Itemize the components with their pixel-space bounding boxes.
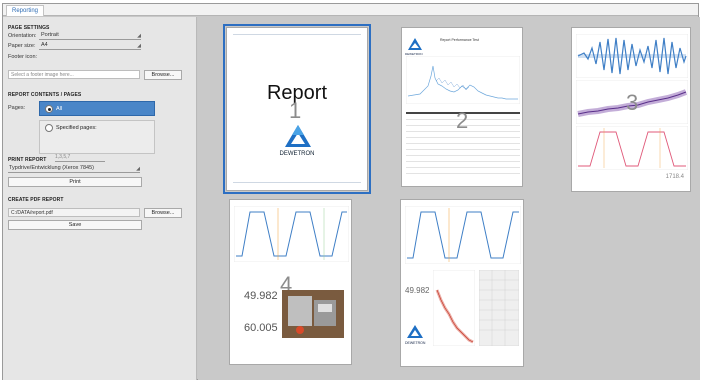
footer-icon-label: Footer icon: bbox=[8, 54, 38, 60]
dewetron-logo-icon bbox=[407, 325, 423, 338]
value-a: 49.982 bbox=[244, 290, 278, 302]
table-row bbox=[406, 155, 520, 156]
create-pdf-heading: CREATE PDF REPORT bbox=[8, 197, 64, 203]
dewetron-logo-icon bbox=[285, 125, 311, 147]
pages-specified-label: Specified pages: bbox=[56, 125, 97, 131]
pages-all-label: All bbox=[56, 106, 63, 112]
table-row bbox=[406, 161, 520, 162]
page-heading: Report Performance Test bbox=[440, 38, 479, 42]
waveform-chart bbox=[576, 34, 688, 78]
radio-specified[interactable] bbox=[45, 124, 53, 132]
footer-browse-button[interactable]: Browse... bbox=[144, 70, 182, 80]
pdf-browse-button[interactable]: Browse... bbox=[144, 208, 182, 218]
printer-select[interactable]: Typdrive/Entwicklung (Xerox 7845) ◢ bbox=[8, 165, 140, 173]
page-number: 2 bbox=[456, 108, 469, 133]
footer-image-input[interactable]: Select a footer image here... bbox=[8, 70, 140, 79]
table-row bbox=[406, 137, 520, 138]
page-settings-heading: PAGE SETTINGS bbox=[8, 25, 50, 31]
page-thumbnail-5[interactable]: 49.982 5 DEWETRON bbox=[400, 199, 524, 367]
paper-size-value: A4 bbox=[41, 42, 48, 48]
page-thumbnail-4[interactable]: 49.982 60.005 4 bbox=[229, 199, 352, 365]
table-row bbox=[406, 167, 520, 168]
pages-label: Pages: bbox=[8, 105, 26, 111]
table-row bbox=[406, 149, 520, 150]
trapezoid-chart bbox=[405, 206, 521, 264]
value-b: 60.005 bbox=[244, 322, 278, 334]
specified-pages-input[interactable]: 1,3,5,7 bbox=[55, 154, 105, 162]
table-row bbox=[406, 143, 520, 144]
footer-rule bbox=[233, 182, 361, 183]
orientation-select[interactable]: Portrait ◢ bbox=[39, 32, 141, 40]
settings-panel: PAGE SETTINGS Orientation: Portrait ◢ Pa… bbox=[3, 17, 197, 380]
tab-bar: Reporting bbox=[3, 4, 698, 16]
table-row bbox=[406, 173, 520, 174]
pdf-path-input[interactable]: C:/DATA/report.pdf bbox=[8, 208, 140, 217]
orientation-label: Orientation: bbox=[8, 33, 37, 39]
trapezoid-chart bbox=[234, 206, 349, 262]
print-report-heading: PRINT REPORT bbox=[8, 157, 47, 163]
logo-text: DEWETRON bbox=[405, 341, 426, 345]
pages-all-option[interactable]: All bbox=[39, 101, 155, 116]
logo-text: DEWETRON bbox=[279, 151, 315, 157]
device-photo bbox=[282, 290, 344, 338]
pages-specified-option[interactable]: Specified pages: bbox=[39, 120, 155, 154]
chevron-down-icon: ◢ bbox=[137, 43, 141, 49]
dewetron-logo-icon bbox=[408, 38, 422, 50]
red-spectrum-chart bbox=[433, 270, 475, 346]
page-preview-area: Report 1 DEWETRON DEWETRON Report Perfor… bbox=[198, 17, 700, 380]
header-rule bbox=[233, 34, 361, 35]
page-thumbnail-1[interactable]: Report 1 DEWETRON bbox=[223, 24, 371, 194]
print-button[interactable]: Print bbox=[8, 177, 142, 187]
orientation-value: Portrait bbox=[41, 32, 59, 38]
page-thumbnail-3[interactable]: 3 1718.4 bbox=[571, 27, 691, 192]
tab-reporting[interactable]: Reporting bbox=[6, 5, 45, 16]
chevron-down-icon: ◢ bbox=[136, 166, 140, 172]
data-table-block bbox=[479, 270, 519, 346]
performance-chart bbox=[406, 56, 520, 104]
trapezoid-chart bbox=[576, 126, 688, 170]
value-a: 49.982 bbox=[405, 286, 430, 295]
save-button[interactable]: Save bbox=[8, 220, 142, 230]
page-thumbnail-2[interactable]: DEWETRON Report Performance Test 2 bbox=[401, 27, 523, 187]
app-window: Reporting PAGE SETTINGS Orientation: Por… bbox=[2, 3, 700, 380]
page-number: 1 bbox=[289, 98, 302, 123]
paper-size-select[interactable]: A4 ◢ bbox=[39, 42, 141, 50]
radio-all[interactable] bbox=[45, 105, 53, 113]
readout-value: 1718.4 bbox=[665, 174, 684, 180]
page-number: 3 bbox=[626, 90, 639, 115]
chevron-down-icon: ◢ bbox=[137, 33, 141, 39]
printer-value: Typdrive/Entwicklung (Xerox 7845) bbox=[9, 165, 94, 171]
report-contents-heading: REPORT CONTENTS / PAGES bbox=[8, 92, 82, 98]
paper-size-label: Paper size: bbox=[8, 43, 36, 49]
